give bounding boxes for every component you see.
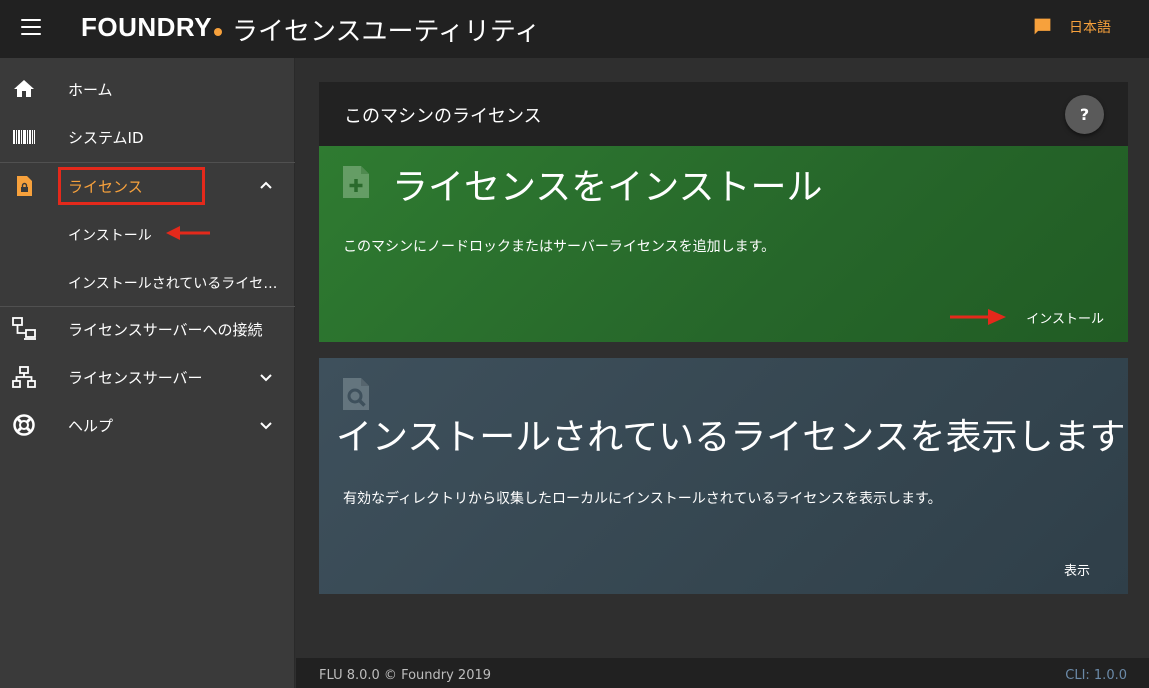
file-search-icon (343, 378, 369, 410)
footer: FLU 8.0.0 © Foundry 2019 CLI: 1.0.0 (296, 658, 1149, 688)
annotation-highlight-box (58, 167, 205, 205)
app-title: ライセンスユーティリティ (232, 17, 541, 47)
sidebar-item-label: ヘルプ (68, 416, 114, 435)
license-file-icon (17, 176, 32, 196)
chevron-up-icon[interactable] (258, 178, 274, 194)
annotation-arrow-left-icon (166, 226, 210, 240)
sidebar-item-label: ライセンスサーバー (68, 368, 203, 387)
install-button[interactable]: インストール (1026, 308, 1104, 327)
sidebar-subitem-label: インストールされているライセンス (68, 276, 278, 292)
help-button[interactable]: ? (1065, 95, 1104, 134)
sidebar-item-home[interactable]: ホーム (0, 65, 295, 113)
sidebar-item-system-id[interactable]: システムID (0, 113, 295, 161)
panel-title: このマシンのライセンス (344, 106, 542, 127)
sidebar-item-license-server[interactable]: ライセンスサーバー (0, 353, 295, 401)
sidebar-subitem-installed-licenses[interactable]: インストールされているライセンス (0, 259, 295, 305)
panel-header: このマシンのライセンス ? (319, 82, 1128, 146)
barcode-icon (13, 130, 35, 144)
lifebuoy-icon (13, 414, 35, 436)
file-plus-icon (343, 166, 369, 198)
chat-bubble-icon (1034, 18, 1051, 35)
sidebar-subitem-install[interactable]: インストール (0, 211, 295, 257)
version-text: FLU 8.0.0 © Foundry 2019 (319, 668, 492, 683)
sidebar-item-help[interactable]: ヘルプ (0, 401, 295, 449)
foundry-logo: FOUNDRY (81, 12, 223, 43)
chevron-down-icon[interactable] (258, 369, 274, 385)
view-card-title: インストールされているライセンスを表示します (336, 417, 1126, 458)
language-selector[interactable]: 日本語 (1032, 16, 1111, 37)
install-card-description: このマシンにノードロックまたはサーバーライセンスを追加します。 (343, 239, 776, 255)
sidebar: ホーム システムID ライセンス インストール インストールされているライセンス… (0, 58, 295, 688)
view-installed-licenses-card[interactable]: インストールされているライセンスを表示します 有効なディレクトリから収集したロー… (319, 358, 1128, 594)
home-icon (14, 80, 34, 97)
top-app-bar: FOUNDRY ライセンスユーティリティ 日本語 (0, 0, 1149, 58)
chevron-down-icon[interactable] (258, 417, 274, 433)
sidebar-item-license-server-connect[interactable]: ライセンスサーバーへの接続 (0, 305, 295, 353)
install-license-card[interactable]: ライセンスをインストール このマシンにノードロックまたはサーバーライセンスを追加… (319, 146, 1128, 342)
sidebar-item-label: システムID (68, 128, 144, 147)
hamburger-icon[interactable] (21, 19, 41, 35)
install-card-title: ライセンスをインストール (392, 167, 823, 208)
annotation-arrow-right-icon (950, 309, 1006, 325)
cli-version-text: CLI: 1.0.0 (1065, 668, 1127, 683)
server-network-icon (12, 366, 36, 388)
sidebar-subitem-label: インストール (68, 228, 152, 244)
sidebar-item-label: ライセンスサーバーへの接続 (68, 320, 263, 339)
view-card-description: 有効なディレクトリから収集したローカルにインストールされているライセンスを表示し… (343, 491, 942, 507)
sidebar-item-label: ホーム (68, 80, 113, 99)
language-label: 日本語 (1069, 19, 1111, 36)
network-connect-icon (12, 317, 36, 340)
view-button[interactable]: 表示 (1064, 560, 1090, 579)
main-content: このマシンのライセンス ? ライセンスをインストール このマシンにノードロックま… (296, 58, 1149, 658)
